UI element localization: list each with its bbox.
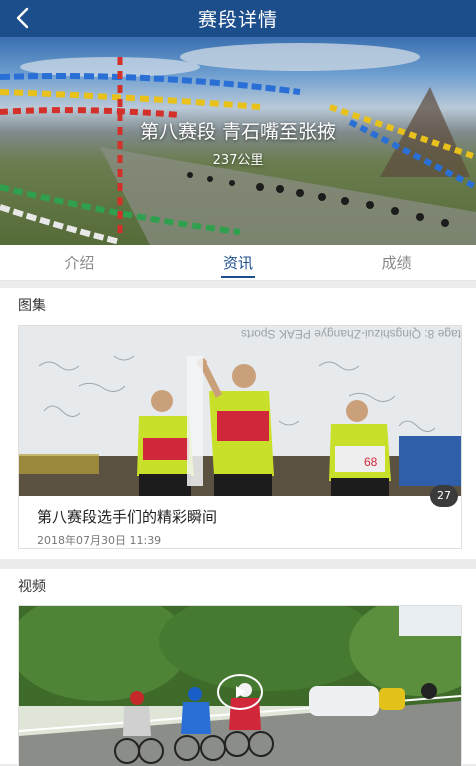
page-title: 赛段详情 bbox=[197, 9, 278, 31]
photo-count-badge: 27 bbox=[430, 485, 458, 507]
tab-news[interactable]: 资讯 bbox=[159, 245, 318, 280]
gallery-item-date: 2018年07月30日 11:39 bbox=[37, 534, 162, 547]
stage-tabs: 介绍 资讯 成绩 bbox=[0, 245, 476, 281]
back-arrow-icon bbox=[16, 7, 29, 29]
video-section-title: 视频 bbox=[18, 579, 46, 595]
photo-banner-text: Stage 8: Qingshizui-Zhangye PEAK Sports bbox=[241, 327, 461, 341]
jersey-number: 68 bbox=[364, 455, 378, 469]
gallery-item-title: 第八赛段选手们的精彩瞬间 bbox=[37, 508, 218, 526]
stage-title: 第八赛段 青石嘴至张掖 bbox=[139, 121, 337, 143]
gallery-section-title: 图集 bbox=[18, 298, 46, 314]
play-button[interactable] bbox=[217, 674, 263, 710]
section-divider bbox=[0, 559, 476, 569]
gallery-card[interactable]: Stage 8: Qingshizui-Zhangye PEAK Sports bbox=[18, 325, 462, 549]
top-navigation-bar: 赛段详情 bbox=[0, 0, 476, 37]
video-thumbnail bbox=[19, 606, 461, 766]
back-button[interactable] bbox=[8, 4, 36, 32]
stage-hero-banner: 第八赛段 青石嘴至张掖 237公里 bbox=[0, 37, 476, 245]
stage-distance: 237公里 bbox=[212, 153, 264, 168]
video-card[interactable] bbox=[18, 605, 462, 766]
tab-results[interactable]: 成绩 bbox=[317, 245, 476, 280]
play-icon bbox=[236, 686, 246, 698]
gallery-photo: Stage 8: Qingshizui-Zhangye PEAK Sports bbox=[19, 326, 461, 496]
tab-intro[interactable]: 介绍 bbox=[0, 245, 159, 280]
podium-riders-image: Stage 8: Qingshizui-Zhangye PEAK Sports bbox=[19, 326, 461, 496]
